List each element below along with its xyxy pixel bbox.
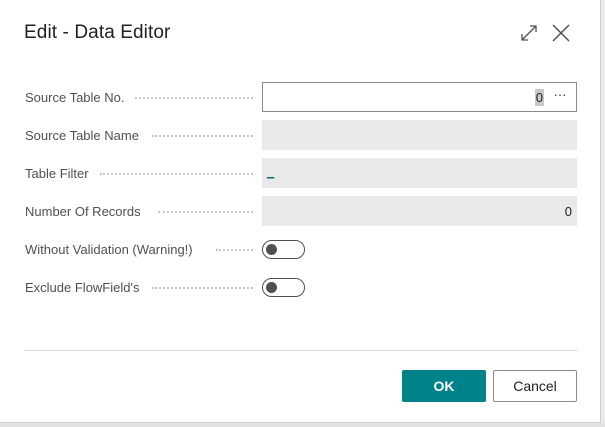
lookup-ellipsis-button[interactable]: ··· xyxy=(550,86,570,106)
footer-divider xyxy=(24,350,577,351)
number-of-records-label: Number Of Records xyxy=(25,204,141,219)
exclude-flowfields-toggle[interactable] xyxy=(262,278,305,297)
data-editor-dialog: Edit - Data Editor Source Table No. 0 ··… xyxy=(0,0,601,423)
toggle-knob xyxy=(266,282,277,293)
table-filter-row: Table Filter _ xyxy=(24,158,577,188)
label-leader-dots xyxy=(152,135,253,137)
expand-icon[interactable] xyxy=(519,23,539,43)
background-page-edge-bottom xyxy=(0,423,605,427)
without-validation-toggle[interactable] xyxy=(262,240,305,259)
ok-button[interactable]: OK xyxy=(402,370,486,402)
label-leader-dots xyxy=(100,173,253,175)
source-table-no-row: Source Table No. 0 ··· xyxy=(24,82,577,112)
exclude-flowfields-row: Exclude FlowField's xyxy=(24,272,577,302)
cancel-button[interactable]: Cancel xyxy=(493,370,577,402)
toggle-knob xyxy=(266,244,277,255)
background-page-edge xyxy=(601,0,605,427)
source-table-no-field[interactable]: 0 ··· xyxy=(262,82,577,112)
close-icon[interactable] xyxy=(550,22,572,44)
label-leader-dots xyxy=(152,287,253,289)
source-table-name-field xyxy=(262,120,577,150)
table-filter-field: _ xyxy=(262,158,577,188)
source-table-name-label: Source Table Name xyxy=(25,128,139,143)
source-table-no-label: Source Table No. xyxy=(25,90,125,105)
exclude-flowfields-label: Exclude FlowField's xyxy=(25,280,140,295)
label-leader-dots xyxy=(135,97,253,99)
without-validation-label: Without Validation (Warning!) xyxy=(25,242,193,257)
without-validation-row: Without Validation (Warning!) xyxy=(24,234,577,264)
number-of-records-row: Number Of Records 0 xyxy=(24,196,577,226)
number-of-records-field: 0 xyxy=(262,196,577,226)
table-filter-label: Table Filter xyxy=(25,166,89,181)
dialog-title: Edit - Data Editor xyxy=(24,22,171,43)
source-table-name-row: Source Table Name xyxy=(24,120,577,150)
label-leader-dots xyxy=(216,249,253,251)
table-filter-link[interactable]: _ xyxy=(267,164,274,179)
source-table-no-value[interactable]: 0 xyxy=(534,89,544,106)
label-leader-dots xyxy=(158,211,253,213)
number-of-records-value: 0 xyxy=(564,204,572,219)
